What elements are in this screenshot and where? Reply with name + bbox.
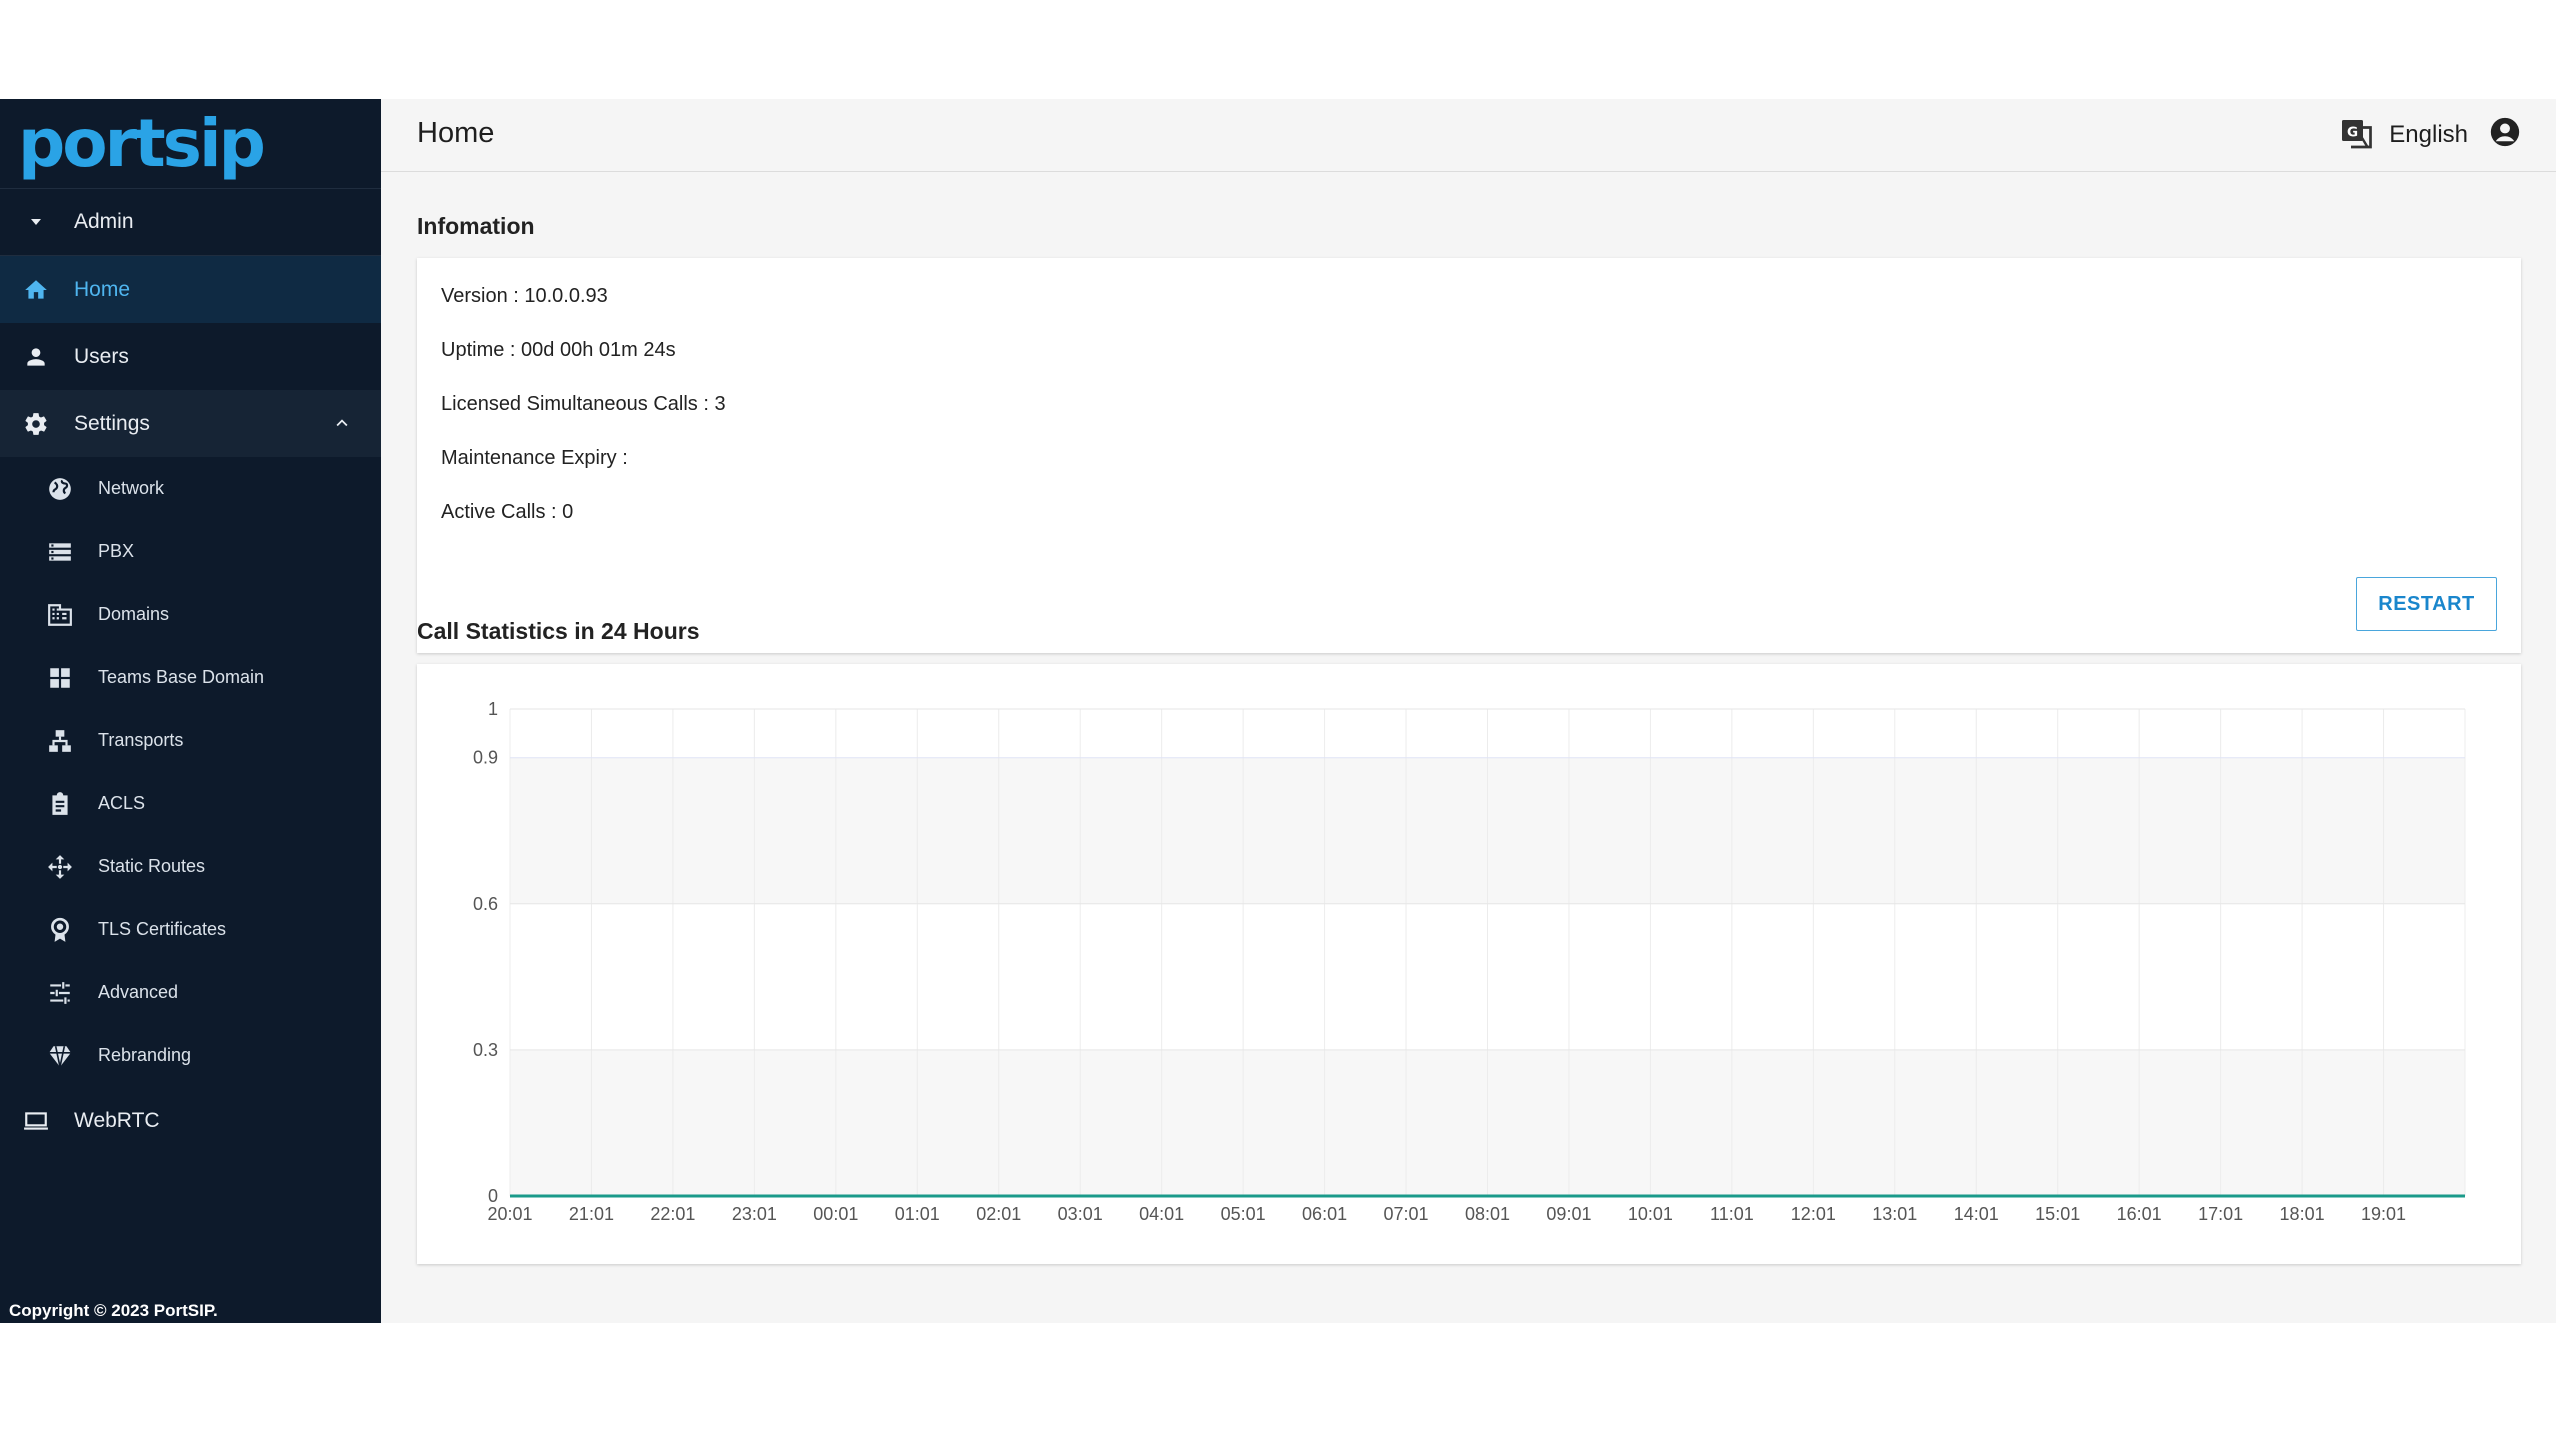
y-tick-label: 0: [488, 1186, 498, 1206]
active-calls-text: Active Calls : 0: [441, 501, 574, 523]
copyright: Copyright © 2023 PortSIP.: [9, 1301, 218, 1320]
sidebar-item-teams-base-domain[interactable]: Teams Base Domain: [0, 646, 381, 709]
x-tick-label: 22:01: [650, 1204, 695, 1224]
version-text: Version : 10.0.0.93: [441, 285, 608, 307]
sidebar-item-label: Users: [74, 344, 129, 368]
maintenance-expiry-text: Maintenance Expiry :: [441, 447, 628, 469]
x-tick-label: 17:01: [2198, 1204, 2243, 1224]
sidebar-item-label: Static Routes: [98, 856, 206, 876]
certificate-icon: [46, 916, 74, 944]
x-tick-label: 10:01: [1628, 1204, 1673, 1224]
x-tick-label: 05:01: [1221, 1204, 1266, 1224]
sliders-icon: [46, 979, 74, 1007]
x-tick-label: 03:01: [1058, 1204, 1103, 1224]
call-statistics-chart: 0 0.3 0.6 0.9 1 20:01 21:01 22:01 23:01 00:01 01:0…: [473, 699, 2466, 1224]
top-bar: Home G English: [381, 99, 2556, 172]
sidebar-item-rebranding[interactable]: Rebranding: [0, 1024, 381, 1087]
x-tick-label: 19:01: [2361, 1204, 2406, 1224]
x-tick-label: 13:01: [1872, 1204, 1917, 1224]
y-tick-label: 1: [488, 699, 498, 719]
sidebar-item-label: Transports: [98, 730, 184, 750]
restart-button[interactable]: RESTART: [2356, 577, 2497, 631]
main-content: Home G English Infomation Version : 10.0…: [381, 99, 2556, 1323]
page-title: Home: [417, 117, 495, 149]
sidebar-item-settings[interactable]: Settings: [0, 390, 381, 457]
sidebar-item-label: TLS Certificates: [98, 919, 227, 939]
chevron-up-icon[interactable]: [331, 412, 353, 440]
top-bar-actions: G English: [2339, 115, 2522, 154]
sidebar-item-label: Home: [74, 277, 131, 301]
home-icon: [22, 276, 50, 304]
x-tick-label: 11:01: [1710, 1204, 1754, 1224]
y-tick-label: 0.9: [473, 748, 498, 768]
x-tick-label: 15:01: [2035, 1204, 2080, 1224]
server-list-icon: [46, 538, 74, 566]
app-root: portsip Admin Home Users Settings Networ…: [0, 99, 2556, 1323]
licensed-calls-text: Licensed Simultaneous Calls : 3: [441, 393, 726, 415]
sidebar-item-webrtc[interactable]: WebRTC: [0, 1087, 381, 1154]
x-tick-label: 04:01: [1139, 1204, 1184, 1224]
caret-down-icon: [22, 208, 50, 236]
logo[interactable]: portsip: [0, 99, 381, 189]
sidebar-item-label: Teams Base Domain: [98, 667, 265, 687]
info-card: Version : 10.0.0.93 Uptime : 00d 00h 01m…: [417, 258, 2521, 653]
x-tick-label: 18:01: [2280, 1204, 2325, 1224]
laptop-icon: [22, 1107, 50, 1135]
x-tick-label: 20:01: [487, 1204, 532, 1224]
svg-text:G: G: [2347, 124, 2358, 140]
translate-icon[interactable]: G: [2339, 117, 2375, 153]
user-icon: [22, 343, 50, 371]
sidebar-item-label: WebRTC: [74, 1108, 160, 1132]
sidebar-item-acls[interactable]: ACLS: [0, 772, 381, 835]
sidebar-item-label: ACLS: [98, 793, 146, 813]
sidebar-item-transports[interactable]: Transports: [0, 709, 381, 772]
diamond-icon: [46, 1042, 74, 1070]
sidebar-item-static-routes[interactable]: Static Routes: [0, 835, 381, 898]
admin-label: Admin: [74, 210, 134, 233]
sidebar-item-network[interactable]: Network: [0, 457, 381, 520]
sidebar-item-tls-certificates[interactable]: TLS Certificates: [0, 898, 381, 961]
sidebar-item-home[interactable]: Home: [0, 256, 381, 323]
uptime-text: Uptime : 00d 00h 01m 24s: [441, 339, 676, 361]
logo-text: portsip: [18, 104, 266, 182]
x-tick-label: 07:01: [1384, 1204, 1429, 1224]
hierarchy-icon: [46, 727, 74, 755]
account-icon[interactable]: [2488, 115, 2522, 154]
y-tick-label: 0.6: [473, 894, 498, 914]
x-tick-label: 14:01: [1954, 1204, 1999, 1224]
building-icon: [46, 601, 74, 629]
grid-icon: [46, 664, 74, 692]
admin-menu[interactable]: Admin: [0, 189, 381, 256]
sidebar-item-pbx[interactable]: PBX: [0, 520, 381, 583]
call-statistics-chart-card: 0 0.3 0.6 0.9 1 20:01 21:01 22:01 23:01 00:01 01:0…: [417, 664, 2521, 1264]
stats-section-title: Call Statistics in 24 Hours: [417, 618, 700, 644]
x-tick-label: 00:01: [813, 1204, 858, 1224]
clipboard-icon: [46, 790, 74, 818]
x-tick-label: 02:01: [976, 1204, 1021, 1224]
x-tick-label: 23:01: [732, 1204, 777, 1224]
gear-icon: [22, 410, 50, 438]
sidebar-item-label: Rebranding: [98, 1045, 192, 1065]
move-arrows-icon: [46, 853, 74, 881]
info-section-title: Infomation: [417, 213, 535, 239]
y-tick-label: 0.3: [473, 1040, 498, 1060]
sidebar-item-label: Settings: [74, 411, 150, 435]
sidebar-item-label: Advanced: [98, 982, 179, 1002]
sidebar-item-label: Domains: [98, 604, 170, 624]
sidebar-item-label: Network: [98, 478, 165, 498]
sidebar-item-domains[interactable]: Domains: [0, 583, 381, 646]
sidebar: portsip Admin Home Users Settings Networ…: [0, 99, 381, 1323]
x-tick-label: 16:01: [2117, 1204, 2162, 1224]
globe-icon: [46, 475, 74, 503]
x-tick-label: 08:01: [1465, 1204, 1510, 1224]
language-selector[interactable]: English: [2389, 121, 2468, 149]
x-tick-label: 12:01: [1791, 1204, 1836, 1224]
x-tick-label: 21:01: [569, 1204, 614, 1224]
x-tick-label: 06:01: [1302, 1204, 1347, 1224]
x-tick-label: 09:01: [1546, 1204, 1591, 1224]
sidebar-item-users[interactable]: Users: [0, 323, 381, 390]
sidebar-item-advanced[interactable]: Advanced: [0, 961, 381, 1024]
x-tick-label: 01:01: [895, 1204, 940, 1224]
sidebar-item-label: PBX: [98, 541, 135, 561]
